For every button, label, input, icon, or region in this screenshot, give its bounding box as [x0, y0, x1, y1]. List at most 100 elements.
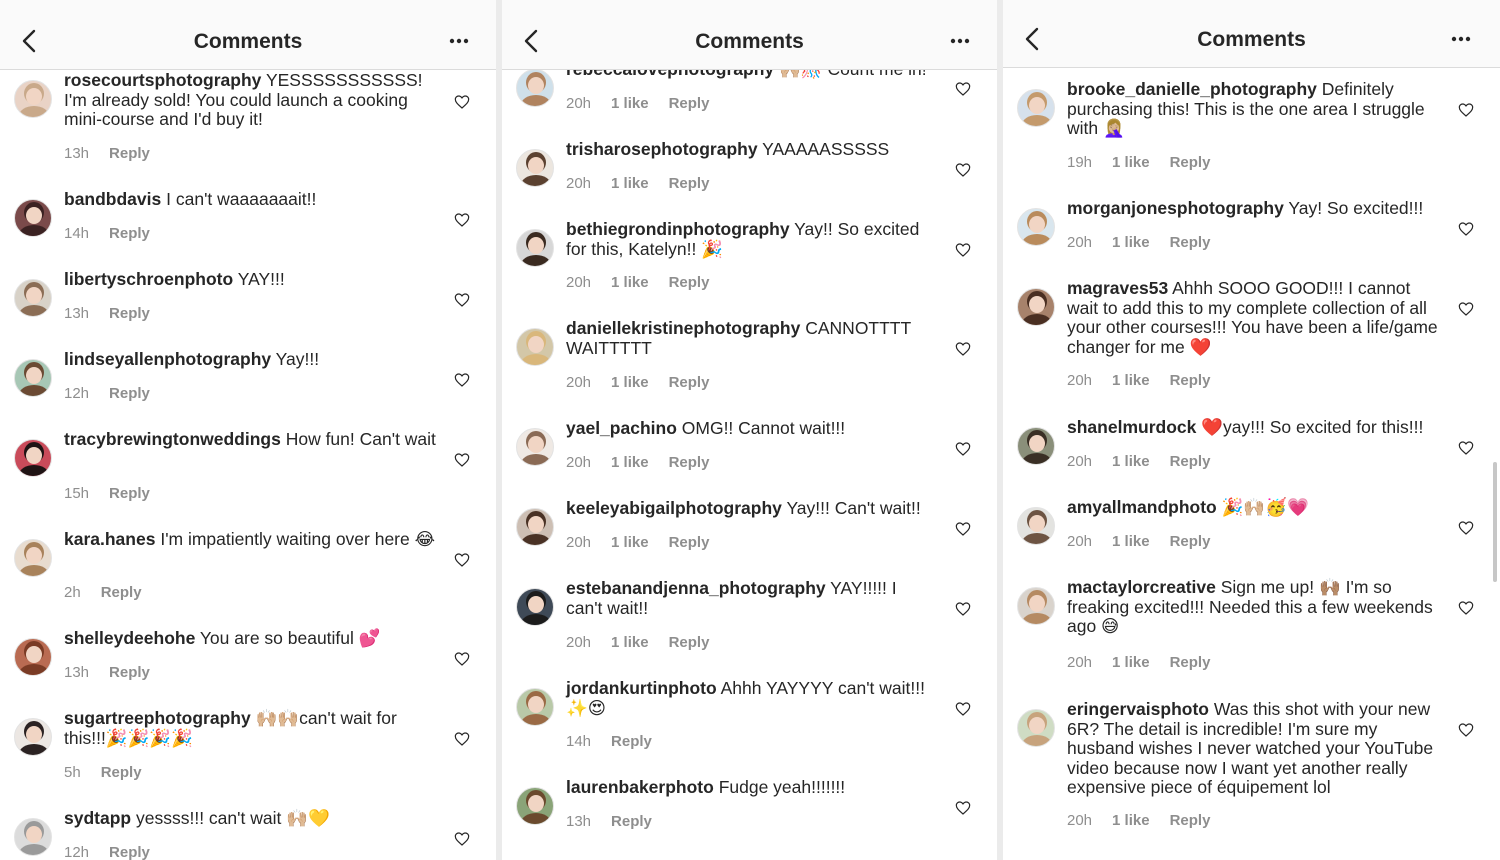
avatar[interactable] [14, 359, 52, 397]
heart-icon[interactable] [1458, 722, 1474, 738]
comment-username[interactable]: shanelmurdock [1067, 417, 1196, 437]
reply-button[interactable]: Reply [109, 305, 150, 322]
heart-icon[interactable] [1458, 520, 1474, 536]
like-count[interactable]: 1 like [1112, 372, 1150, 389]
more-options-icon[interactable] [447, 28, 477, 54]
avatar[interactable] [1017, 587, 1055, 625]
reply-button[interactable]: Reply [101, 764, 142, 781]
like-count[interactable]: 1 like [611, 534, 649, 551]
heart-icon[interactable] [1458, 221, 1474, 237]
reply-button[interactable]: Reply [109, 145, 150, 162]
heart-icon[interactable] [955, 81, 971, 97]
like-count[interactable]: 1 like [1112, 154, 1150, 171]
reply-button[interactable]: Reply [669, 274, 710, 291]
comment-username[interactable]: brooke_danielle_photography [1067, 79, 1317, 99]
avatar[interactable] [1017, 427, 1055, 465]
avatar[interactable] [516, 508, 554, 546]
heart-icon[interactable] [454, 651, 470, 667]
reply-button[interactable]: Reply [1170, 154, 1211, 171]
like-count[interactable]: 1 like [611, 175, 649, 192]
heart-icon[interactable] [454, 94, 470, 110]
comment-username[interactable]: bethiegrondinphotography [566, 219, 790, 239]
reply-button[interactable]: Reply [1170, 234, 1211, 251]
heart-icon[interactable] [454, 212, 470, 228]
comment-username[interactable]: amyallmandphoto [1067, 497, 1217, 517]
avatar[interactable] [516, 688, 554, 726]
like-count[interactable]: 1 like [611, 634, 649, 651]
more-options-icon[interactable] [948, 28, 978, 54]
avatar[interactable] [14, 439, 52, 477]
like-count[interactable]: 1 like [611, 274, 649, 291]
reply-button[interactable]: Reply [611, 813, 652, 830]
comment-username[interactable]: tracybrewingtonweddings [64, 429, 281, 449]
comment-username[interactable]: bandbdavis [64, 189, 161, 209]
avatar[interactable] [1017, 208, 1055, 246]
heart-icon[interactable] [955, 341, 971, 357]
comment-username[interactable]: morganjonesphotography [1067, 198, 1284, 218]
reply-button[interactable]: Reply [109, 664, 150, 681]
avatar[interactable] [14, 539, 52, 577]
scrollbar[interactable] [1493, 462, 1497, 582]
avatar[interactable] [516, 787, 554, 825]
heart-icon[interactable] [454, 452, 470, 468]
reply-button[interactable]: Reply [1170, 453, 1211, 470]
reply-button[interactable]: Reply [669, 454, 710, 471]
heart-icon[interactable] [454, 552, 470, 568]
like-count[interactable]: 1 like [611, 454, 649, 471]
heart-icon[interactable] [955, 521, 971, 537]
comment-username[interactable]: lindseyallenphotography [64, 349, 271, 369]
heart-icon[interactable] [955, 162, 971, 178]
heart-icon[interactable] [454, 292, 470, 308]
avatar[interactable] [516, 428, 554, 466]
comment-username[interactable]: magraves53 [1067, 278, 1168, 298]
comment-username[interactable]: estebanandjenna_photography [566, 578, 826, 598]
like-count[interactable]: 1 like [1112, 654, 1150, 671]
reply-button[interactable]: Reply [669, 95, 710, 112]
heart-icon[interactable] [955, 800, 971, 816]
reply-button[interactable]: Reply [669, 374, 710, 391]
reply-button[interactable]: Reply [1170, 372, 1211, 389]
comment-username[interactable]: shelleydeehohe [64, 628, 195, 648]
reply-button[interactable]: Reply [669, 175, 710, 192]
comment-username[interactable]: kara.hanes [64, 529, 155, 549]
comment-username[interactable]: laurenbakerphoto [566, 777, 714, 797]
reply-button[interactable]: Reply [611, 733, 652, 750]
avatar[interactable] [1017, 89, 1055, 127]
comment-username[interactable]: libertyschroenphoto [64, 269, 233, 289]
like-count[interactable]: 1 like [1112, 453, 1150, 470]
like-count[interactable]: 1 like [1112, 234, 1150, 251]
heart-icon[interactable] [955, 242, 971, 258]
reply-button[interactable]: Reply [109, 844, 150, 860]
avatar[interactable] [14, 279, 52, 317]
avatar[interactable] [14, 638, 52, 676]
heart-icon[interactable] [1458, 600, 1474, 616]
comment-username[interactable]: trisharosephotography [566, 139, 758, 159]
reply-button[interactable]: Reply [669, 534, 710, 551]
avatar[interactable] [1017, 288, 1055, 326]
heart-icon[interactable] [454, 731, 470, 747]
like-count[interactable]: 1 like [1112, 533, 1150, 550]
heart-icon[interactable] [454, 372, 470, 388]
avatar[interactable] [516, 328, 554, 366]
heart-icon[interactable] [1458, 440, 1474, 456]
avatar[interactable] [14, 80, 52, 118]
reply-button[interactable]: Reply [101, 584, 142, 601]
like-count[interactable]: 1 like [611, 95, 649, 112]
avatar[interactable] [14, 199, 52, 237]
comment-username[interactable]: sydtapp [64, 808, 131, 828]
like-count[interactable]: 1 like [611, 374, 649, 391]
heart-icon[interactable] [1458, 301, 1474, 317]
reply-button[interactable]: Reply [1170, 533, 1211, 550]
reply-button[interactable]: Reply [1170, 812, 1211, 829]
reply-button[interactable]: Reply [109, 485, 150, 502]
comment-username[interactable]: yael_pachino [566, 418, 677, 438]
heart-icon[interactable] [955, 601, 971, 617]
reply-button[interactable]: Reply [109, 385, 150, 402]
heart-icon[interactable] [1458, 102, 1474, 118]
more-options-icon[interactable] [1449, 26, 1479, 52]
avatar[interactable] [516, 149, 554, 187]
heart-icon[interactable] [955, 701, 971, 717]
avatar[interactable] [1017, 507, 1055, 545]
heart-icon[interactable] [955, 441, 971, 457]
heart-icon[interactable] [454, 831, 470, 847]
